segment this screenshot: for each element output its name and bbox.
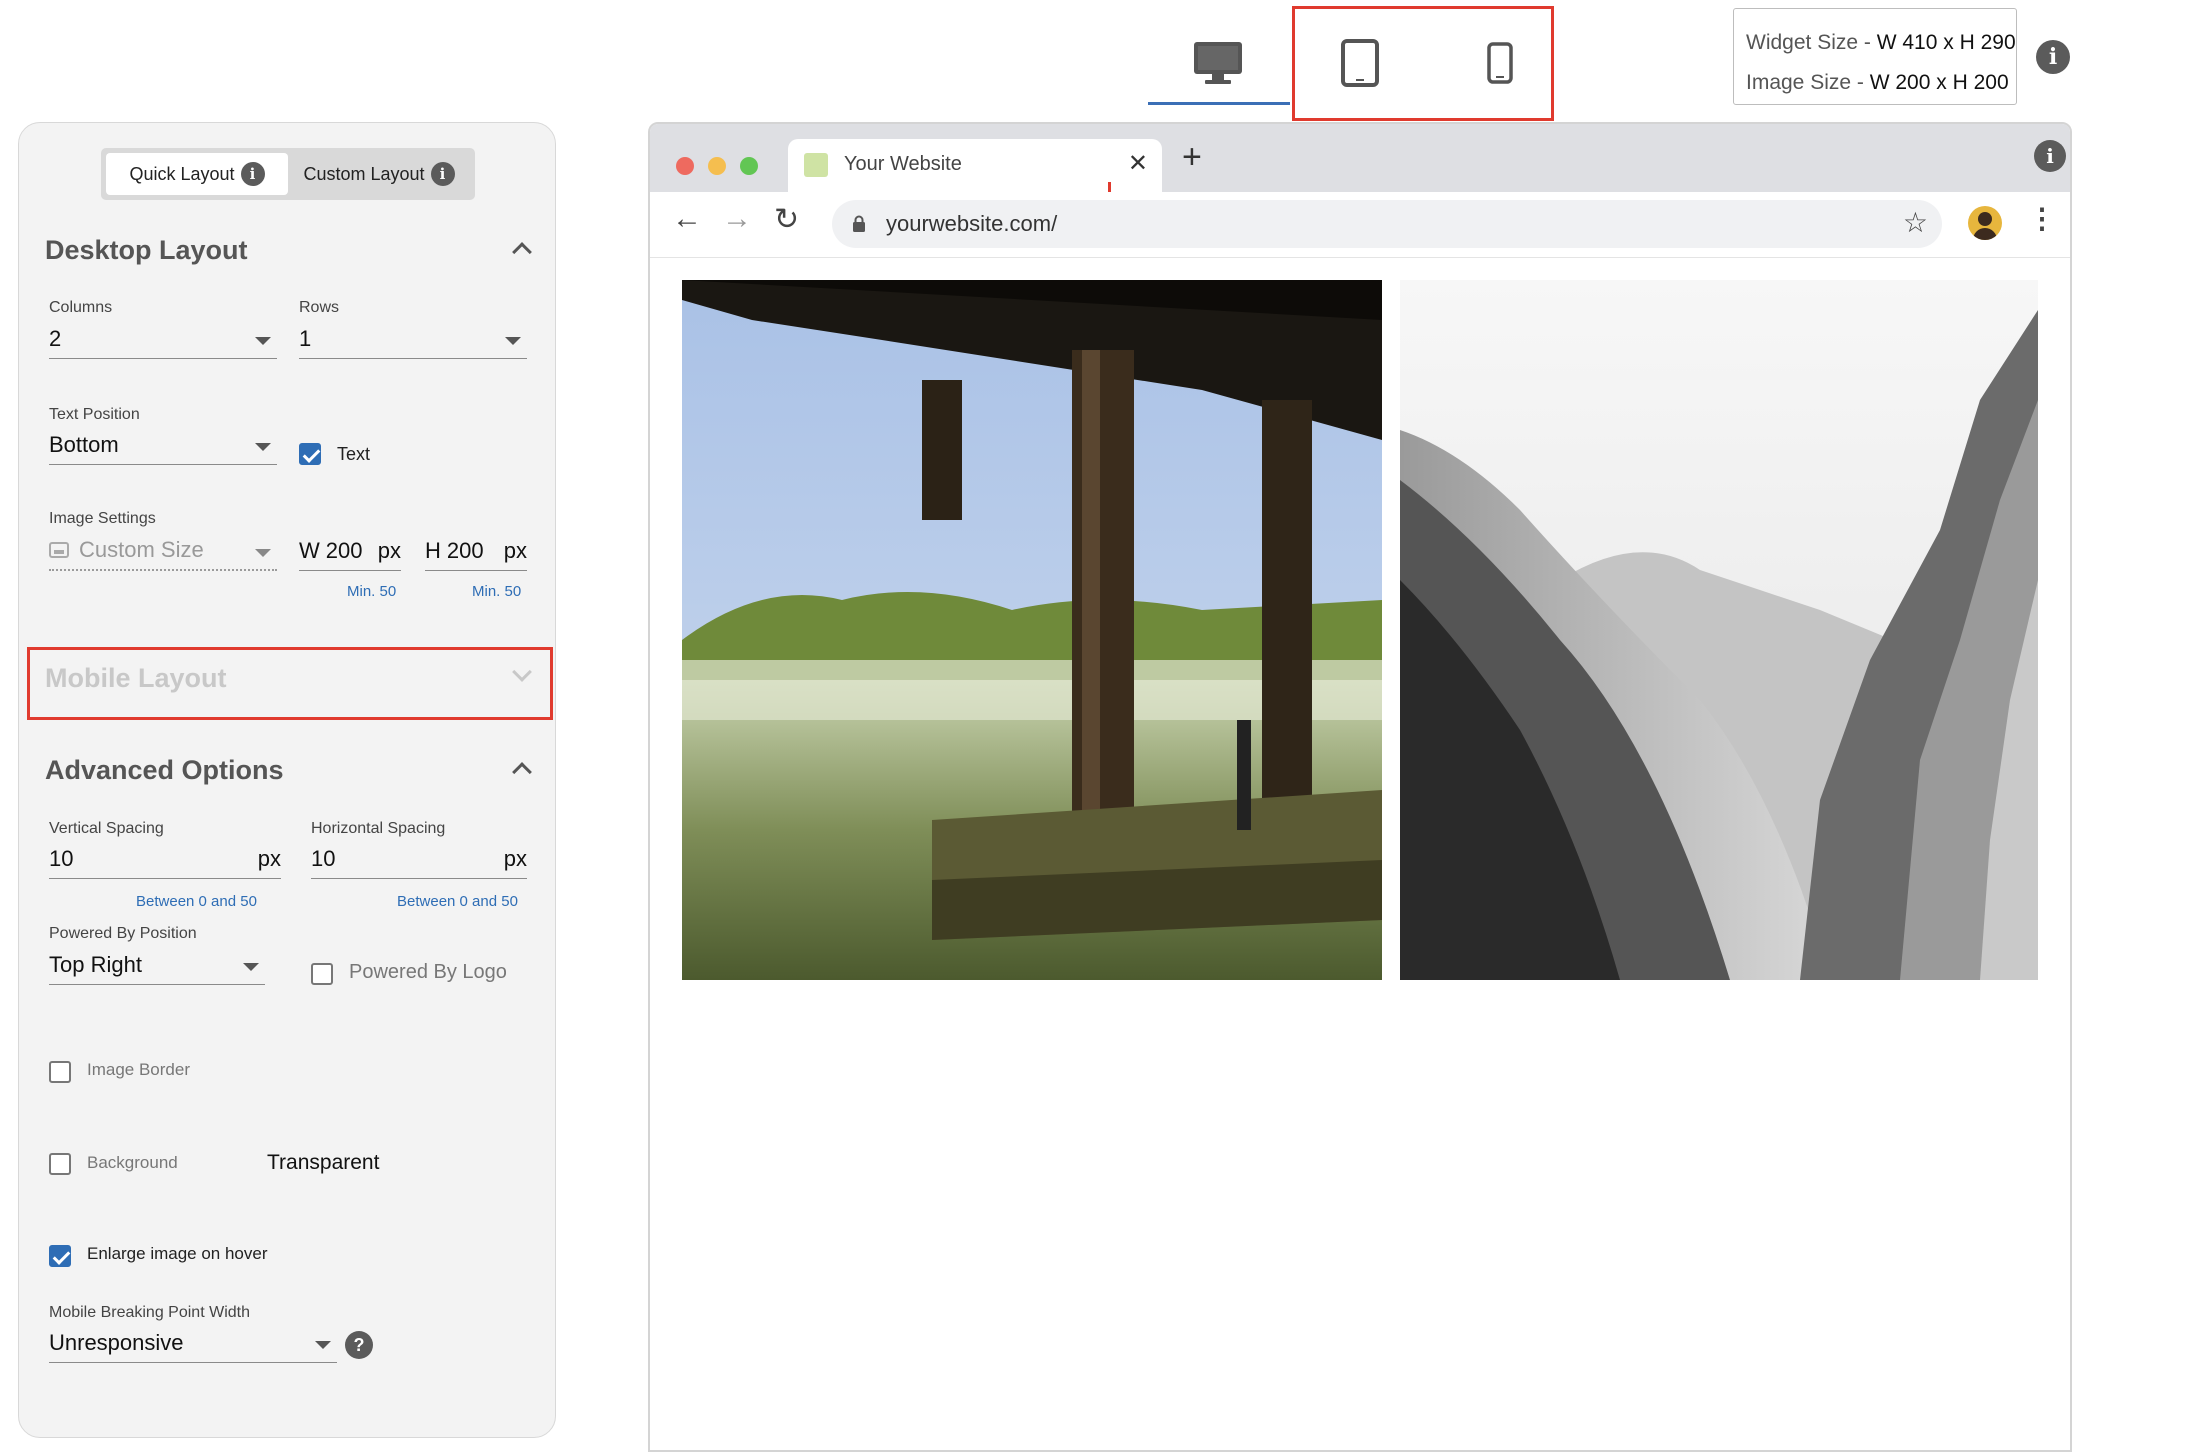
info-icon[interactable]: i <box>2034 140 2066 172</box>
widget-size-value: W 410 x H 290 <box>1876 31 2016 54</box>
image-border-checkbox[interactable] <box>49 1061 71 1083</box>
advanced-options-title[interactable]: Advanced Options <box>45 755 284 786</box>
enlarge-on-hover-label: Enlarge image on hover <box>87 1244 268 1263</box>
columns-select[interactable]: 2 <box>49 319 277 359</box>
chevron-down-icon <box>255 549 271 557</box>
mobile-layout-title[interactable]: Mobile Layout <box>45 663 227 694</box>
settings-panel: Quick Layout i Custom Layout i Desktop L… <box>18 122 556 1438</box>
back-arrow-icon[interactable]: ← <box>672 202 702 236</box>
profile-avatar[interactable] <box>1968 206 2002 240</box>
height-hint: Min. 50 <box>472 583 522 600</box>
enlarge-on-hover-checkbox[interactable] <box>49 1245 71 1267</box>
browser-tab-bar: Your Website ✕ + i <box>650 124 2070 208</box>
browser-toolbar: ← → ↻ yourwebsite.com/ ☆ ⋮ <box>650 192 2070 258</box>
width-hint: Min. 50 <box>347 583 397 600</box>
close-tab-icon[interactable]: ✕ <box>1128 149 1148 178</box>
image-width-input[interactable]: W 200 px <box>299 531 401 571</box>
text-checkbox[interactable] <box>299 443 321 465</box>
background-value[interactable]: Transparent <box>267 1151 379 1175</box>
quick-layout-tab[interactable]: Quick Layout i <box>106 153 288 195</box>
powered-by-logo-checkbox[interactable] <box>311 963 333 985</box>
bookmark-star-icon[interactable]: ☆ <box>1903 206 1928 239</box>
desktop-layout-title[interactable]: Desktop Layout <box>45 235 248 266</box>
info-icon[interactable]: i <box>430 162 455 186</box>
size-info-box: Widget Size - W 410 x H 290 Image Size -… <box>1733 8 2017 105</box>
vertical-spacing-hint: Between 0 and 50 <box>136 893 257 910</box>
chevron-up-icon[interactable] <box>512 242 532 262</box>
lock-icon <box>853 215 865 232</box>
image-settings-label: Image Settings <box>49 510 156 527</box>
breakpoint-label: Mobile Breaking Point Width <box>49 1304 250 1321</box>
address-bar[interactable]: yourwebsite.com/ ☆ <box>832 200 1942 248</box>
powered-by-logo-label: Powered By Logo <box>349 961 507 983</box>
breakpoint-select[interactable]: Unresponsive <box>49 1323 337 1363</box>
help-icon[interactable]: ? <box>345 1331 373 1359</box>
background-label: Background <box>87 1153 178 1172</box>
horizontal-spacing-hint: Between 0 and 50 <box>397 893 518 910</box>
background-checkbox[interactable] <box>49 1153 71 1175</box>
columns-label: Columns <box>49 299 113 316</box>
image-border-label: Image Border <box>87 1060 190 1079</box>
custom-layout-tab[interactable]: Custom Layout i <box>288 153 470 195</box>
desktop-icon <box>1194 42 1242 84</box>
browser-preview: Your Website ✕ + i ← → ↻ yourwebsite.com… <box>648 122 2072 1452</box>
info-icon[interactable]: i <box>2036 40 2070 74</box>
gallery-image-1[interactable] <box>682 280 1382 980</box>
text-checkbox-label: Text <box>337 444 371 464</box>
reload-icon[interactable]: ↻ <box>774 202 799 237</box>
chevron-down-icon <box>505 337 521 345</box>
powered-by-position-select[interactable]: Top Right <box>49 945 265 985</box>
info-icon[interactable]: i <box>240 162 265 186</box>
image-height-input[interactable]: H 200 px <box>425 531 527 571</box>
vertical-spacing-label: Vertical Spacing <box>49 820 164 837</box>
chevron-up-icon[interactable] <box>512 762 532 782</box>
image-size-value: W 200 x H 200 <box>1869 71 2009 94</box>
favicon-icon <box>804 153 828 177</box>
browser-tab[interactable]: Your Website ✕ <box>788 139 1162 192</box>
chevron-down-icon <box>243 963 259 971</box>
chevron-down-icon <box>255 443 271 451</box>
gallery-image-2[interactable] <box>1400 280 2038 980</box>
device-highlight-box <box>1292 6 1554 121</box>
desktop-view-button[interactable] <box>1148 20 1288 106</box>
new-tab-icon[interactable]: + <box>1182 138 1202 177</box>
text-position-label: Text Position <box>49 406 140 423</box>
boathouse-lake-image <box>682 280 1382 980</box>
image-size-line: Image Size - W 200 x H 200 <box>1746 71 2009 94</box>
vertical-spacing-input[interactable]: 10 px <box>49 839 281 879</box>
horizontal-spacing-label: Horizontal Spacing <box>311 820 446 837</box>
url-text: yourwebsite.com/ <box>886 211 1058 236</box>
layout-mode-toggle: Quick Layout i Custom Layout i <box>101 148 475 200</box>
close-window-dot[interactable] <box>676 157 694 175</box>
powered-by-position-label: Powered By Position <box>49 925 197 942</box>
chevron-down-icon <box>315 1341 331 1349</box>
maximize-window-dot[interactable] <box>740 157 758 175</box>
browser-menu-icon[interactable]: ⋮ <box>2028 202 2056 235</box>
image-size-icon <box>49 542 69 558</box>
selected-device-underline <box>1148 102 1290 105</box>
rows-label: Rows <box>299 299 340 316</box>
rows-select[interactable]: 1 <box>299 319 527 359</box>
chevron-down-icon <box>255 337 271 345</box>
horizontal-spacing-input[interactable]: 10 px <box>311 839 527 879</box>
text-position-select[interactable]: Bottom <box>49 425 277 465</box>
minimize-window-dot[interactable] <box>708 157 726 175</box>
image-settings-select[interactable]: Custom Size <box>49 531 277 571</box>
widget-size-line: Widget Size - W 410 x H 290 <box>1746 31 2016 54</box>
tab-title: Your Website <box>844 153 962 175</box>
mountain-valley-image <box>1400 280 2038 980</box>
forward-arrow-icon[interactable]: → <box>722 202 752 236</box>
